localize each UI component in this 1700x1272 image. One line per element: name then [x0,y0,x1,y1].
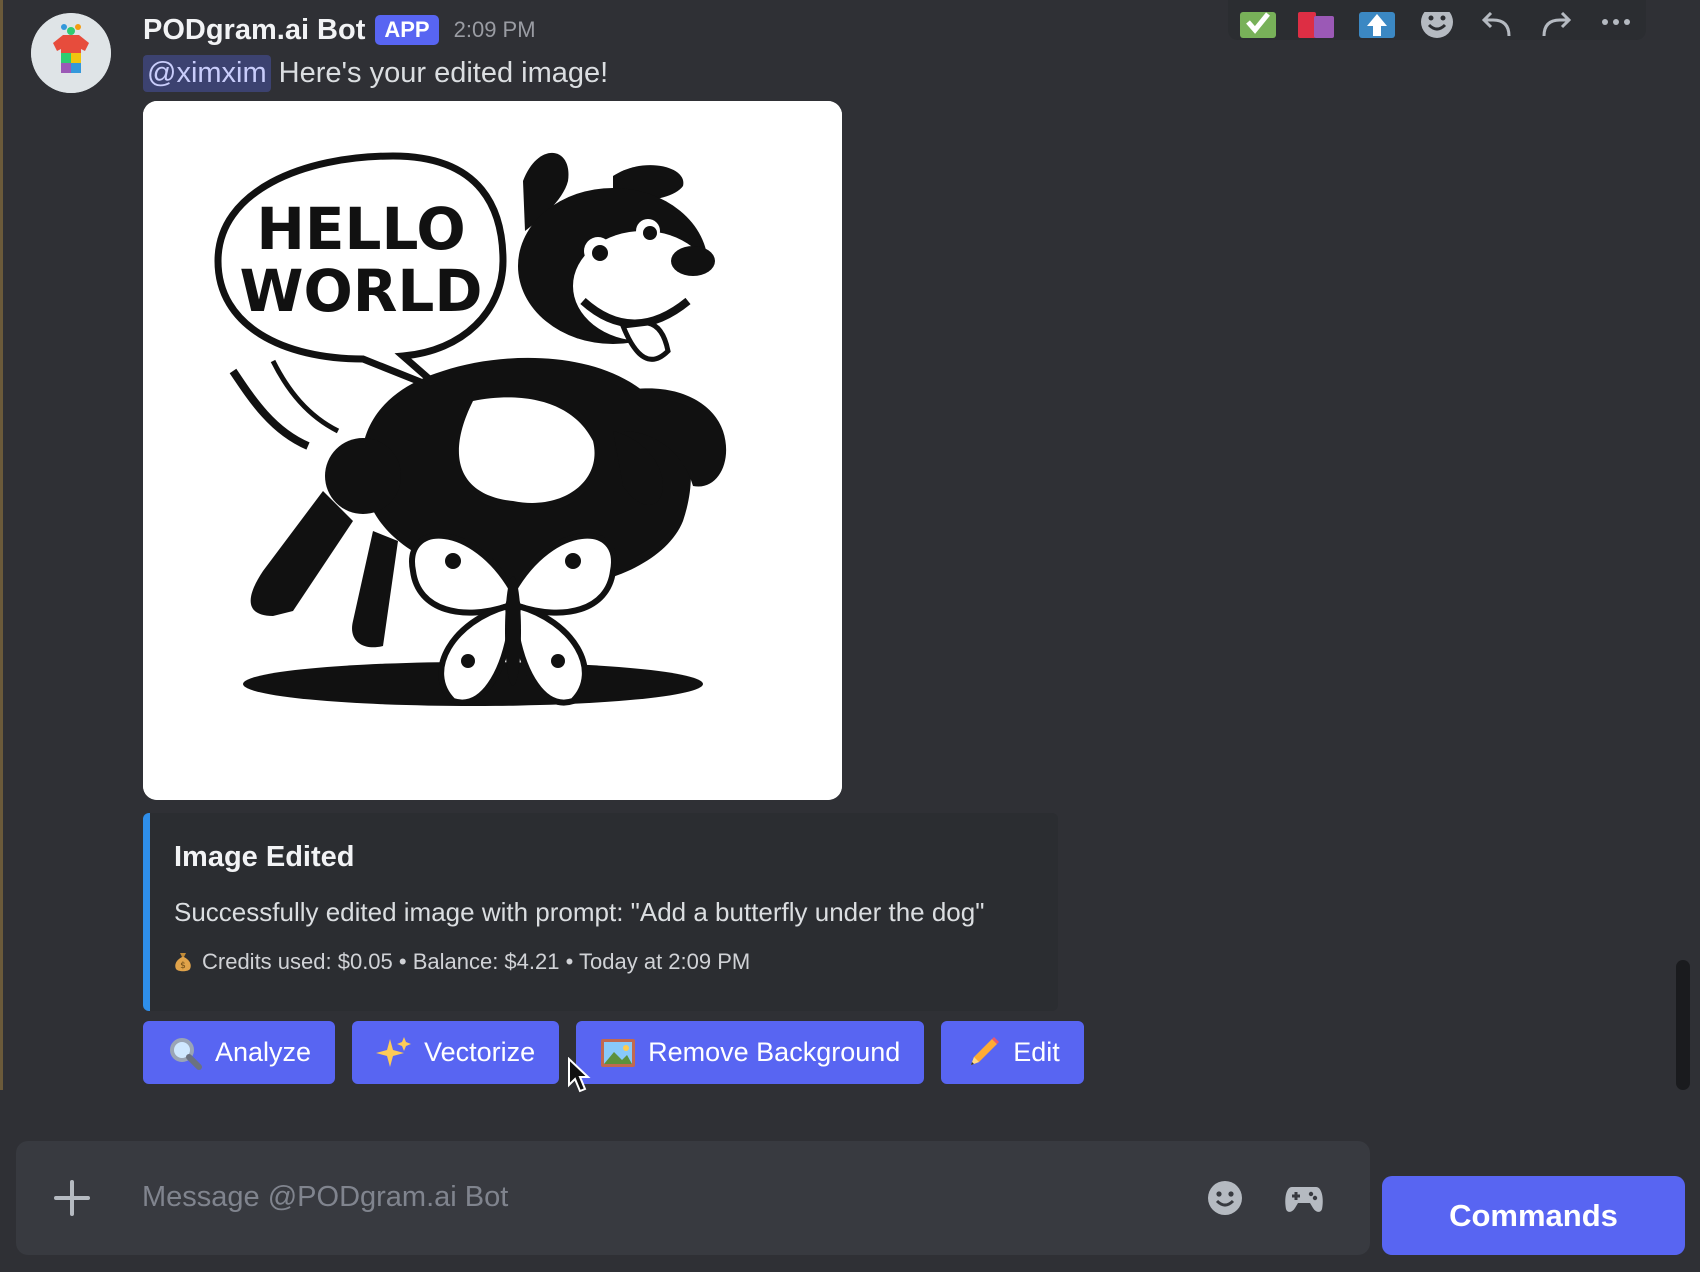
edit-label: Edit [1013,1037,1060,1067]
message-content: @ximxim Here's your edited image! [143,55,608,92]
bot-avatar[interactable] [31,13,111,93]
message-input[interactable]: Message @PODgram.ai Bot [142,1181,508,1214]
money-bag-icon: $ [175,953,191,972]
speech-line-1: HELLO [256,195,465,263]
edit-button[interactable]: Edit [941,1021,1084,1084]
analyze-label: Analyze [215,1037,312,1067]
sparkles-icon [376,1035,412,1071]
author-name[interactable]: PODgram.ai Bot [143,14,365,47]
message-composer: Message @PODgram.ai Bot [16,1141,1370,1255]
mouse-cursor-icon [568,1057,591,1093]
magnifier-icon [167,1035,203,1071]
dog-butterfly-illustration: HELLO WORLD [143,101,842,800]
vectorize-label: Vectorize [424,1037,536,1067]
message-timestamp[interactable]: 2:09 PM [454,17,536,43]
svg-text:$: $ [180,961,186,971]
book-reaction-icon[interactable] [1297,0,1338,40]
forward-icon[interactable] [1536,0,1576,40]
action-buttons: Analyze Vectorize Remove Background Edit [143,1021,1084,1084]
emoji-icon[interactable] [1206,1179,1244,1217]
embed-footer: $ Credits used: $0.05 • Balance: $4.21 •… [174,949,750,975]
upload-reaction-icon[interactable] [1357,0,1397,40]
attached-image[interactable]: HELLO WORLD [143,101,842,800]
more-icon[interactable] [1596,0,1636,40]
remove-background-button[interactable]: Remove Background [576,1021,925,1084]
scrollbar-thumb[interactable] [1676,960,1690,1090]
add-reaction-icon[interactable] [1417,0,1457,40]
check-reaction-icon[interactable] [1238,0,1278,40]
embed-description: Successfully edited image with prompt: "… [174,897,985,927]
analyze-button[interactable]: Analyze [143,1021,336,1084]
message-header: PODgram.ai Bot APP 2:09 PM [143,12,536,48]
puzzle-shirt-logo-icon [31,13,111,93]
result-embed: Image Edited Successfully edited image w… [143,813,1058,1011]
remove-background-label: Remove Background [648,1037,901,1067]
speech-line-2: WORLD [239,257,482,325]
message-hover-toolbar [1228,0,1646,40]
embed-title: Image Edited [174,841,355,873]
embed-footer-text: Credits used: $0.05 • Balance: $4.21 • T… [202,949,751,974]
app-badge: APP [375,15,439,45]
message-text: Here's your edited image! [278,57,609,89]
window-edge [0,0,3,1090]
vectorize-button[interactable]: Vectorize [352,1021,560,1084]
pencil-icon [965,1035,1001,1071]
reply-icon[interactable] [1477,0,1517,40]
user-mention[interactable]: @ximxim [143,55,271,92]
picture-icon [600,1035,636,1071]
commands-button[interactable]: Commands [1382,1176,1685,1255]
gamepad-icon[interactable] [1284,1179,1324,1217]
plus-icon[interactable] [51,1177,93,1219]
